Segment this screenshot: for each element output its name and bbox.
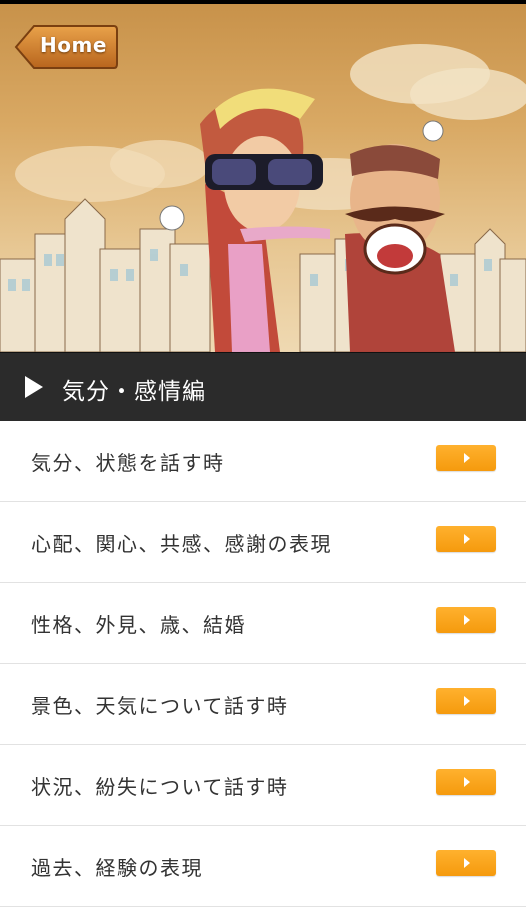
play-arrow-icon: [464, 615, 470, 625]
list-item[interactable]: 状況、紛失について話す時: [0, 745, 526, 826]
hero-illustration: Home: [0, 4, 526, 352]
section-title: 気分・感情編: [62, 379, 206, 405]
go-button[interactable]: [436, 688, 496, 714]
list-item-label: 気分、状態を話す時: [31, 451, 225, 475]
list-item-label: 景色、天気について話す時: [31, 694, 289, 718]
play-icon: [25, 376, 43, 398]
play-arrow-icon: [464, 453, 470, 463]
home-button-label: Home: [40, 33, 107, 57]
list-item-label: 過去、経験の表現: [31, 856, 203, 880]
go-button[interactable]: [436, 850, 496, 876]
list-item[interactable]: 心配、関心、共感、感謝の表現: [0, 502, 526, 583]
go-button[interactable]: [436, 445, 496, 471]
section-header: 気分・感情編: [0, 352, 526, 422]
go-button[interactable]: [436, 607, 496, 633]
list-item-label: 心配、関心、共感、感謝の表現: [31, 532, 332, 556]
topic-list: 気分、状態を話す時 心配、関心、共感、感謝の表現 性格、外見、歳、結婚 景色、天…: [0, 421, 526, 907]
play-arrow-icon: [464, 858, 470, 868]
play-arrow-icon: [464, 777, 470, 787]
list-item[interactable]: 景色、天気について話す時: [0, 664, 526, 745]
list-item[interactable]: 過去、経験の表現: [0, 826, 526, 907]
go-button[interactable]: [436, 526, 496, 552]
play-arrow-icon: [464, 534, 470, 544]
play-arrow-icon: [464, 696, 470, 706]
list-item[interactable]: 気分、状態を話す時: [0, 421, 526, 502]
list-item-label: 性格、外見、歳、結婚: [31, 613, 246, 637]
go-button[interactable]: [436, 769, 496, 795]
home-button[interactable]: Home: [14, 22, 118, 72]
list-item-label: 状況、紛失について話す時: [31, 775, 289, 799]
list-item[interactable]: 性格、外見、歳、結婚: [0, 583, 526, 664]
